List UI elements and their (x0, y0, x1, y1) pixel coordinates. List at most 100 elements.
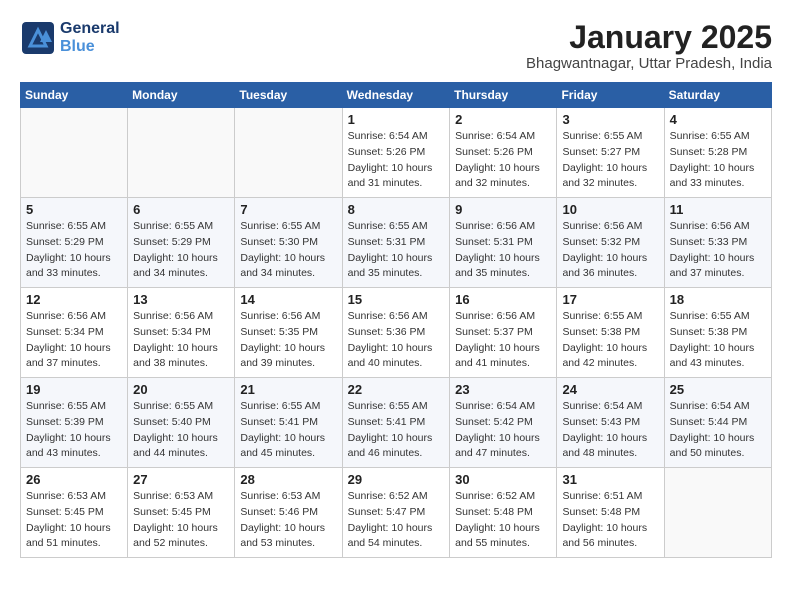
header-friday: Friday (557, 83, 664, 108)
day-info-4: Sunrise: 6:55 AMSunset: 5:28 PMDaylight:… (670, 129, 766, 192)
day-info-2: Sunrise: 6:54 AMSunset: 5:26 PMDaylight:… (455, 129, 551, 192)
day-info-28: Sunrise: 6:53 AMSunset: 5:46 PMDaylight:… (240, 489, 336, 552)
day-number-3: 3 (562, 112, 658, 127)
day-info-27: Sunrise: 6:53 AMSunset: 5:45 PMDaylight:… (133, 489, 229, 552)
calendar-cell-w4-d2: 20Sunrise: 6:55 AMSunset: 5:40 PMDayligh… (128, 378, 235, 468)
day-number-14: 14 (240, 292, 336, 307)
day-number-17: 17 (562, 292, 658, 307)
day-info-9: Sunrise: 6:56 AMSunset: 5:31 PMDaylight:… (455, 219, 551, 282)
day-number-19: 19 (26, 382, 122, 397)
calendar-body: 1 Sunrise: 6:54 AMSunset: 5:26 PMDaylight… (21, 108, 772, 558)
day-info-6: Sunrise: 6:55 AMSunset: 5:29 PMDaylight:… (133, 219, 229, 282)
calendar-cell-w4-d5: 23 Sunrise: 6:54 AMSunset: 5:42 PMDayligh… (450, 378, 557, 468)
day-number-31: 31 (562, 472, 658, 487)
calendar-cell-w4-d6: 24 Sunrise: 6:54 AMSunset: 5:43 PMDayligh… (557, 378, 664, 468)
calendar-cell-w2-d6: 10 Sunrise: 6:56 AMSunset: 5:32 PMDayligh… (557, 198, 664, 288)
header-tuesday: Tuesday (235, 83, 342, 108)
week-row-5: 26 Sunrise: 6:53 AMSunset: 5:45 PMDayligh… (21, 468, 772, 558)
location-subtitle: Bhagwantnagar, Uttar Pradesh, India (526, 55, 772, 72)
calendar-cell-w1-d1 (21, 108, 128, 198)
calendar-table: Sunday Monday Tuesday Wednesday Thursday… (20, 82, 772, 558)
week-row-3: 12 Sunrise: 6:56 AMSunset: 5:34 PMDayligh… (21, 288, 772, 378)
logo-icon (20, 20, 56, 56)
calendar-cell-w1-d5: 2 Sunrise: 6:54 AMSunset: 5:26 PMDaylight… (450, 108, 557, 198)
day-info-3: Sunrise: 6:55 AMSunset: 5:27 PMDaylight:… (562, 129, 658, 192)
day-info-30: Sunrise: 6:52 AMSunset: 5:48 PMDaylight:… (455, 489, 551, 552)
day-info-12: Sunrise: 6:56 AMSunset: 5:34 PMDaylight:… (26, 309, 122, 372)
week-row-1: 1 Sunrise: 6:54 AMSunset: 5:26 PMDaylight… (21, 108, 772, 198)
day-number-23: 23 (455, 382, 551, 397)
day-number-1: 1 (348, 112, 445, 127)
day-info-17: Sunrise: 6:55 AMSunset: 5:38 PMDaylight:… (562, 309, 658, 372)
day-number-21: 21 (240, 382, 336, 397)
day-number-2: 2 (455, 112, 551, 127)
day-info-22: Sunrise: 6:55 AMSunset: 5:41 PMDaylight:… (348, 399, 445, 462)
title-block: January 2025 Bhagwantnagar, Uttar Prades… (526, 20, 772, 72)
day-number-15: 15 (348, 292, 445, 307)
header-sunday: Sunday (21, 83, 128, 108)
calendar-cell-w2-d7: 11 Sunrise: 6:56 AMSunset: 5:33 PMDayligh… (664, 198, 771, 288)
day-info-8: Sunrise: 6:55 AMSunset: 5:31 PMDaylight:… (348, 219, 445, 282)
logo-general: General (60, 20, 120, 38)
day-info-11: Sunrise: 6:56 AMSunset: 5:33 PMDaylight:… (670, 219, 766, 282)
calendar-cell-w2-d1: 5Sunrise: 6:55 AMSunset: 5:29 PMDaylight… (21, 198, 128, 288)
day-info-29: Sunrise: 6:52 AMSunset: 5:47 PMDaylight:… (348, 489, 445, 552)
page-header: General Blue January 2025 Bhagwantnagar,… (20, 20, 772, 72)
calendar-cell-w4-d4: 22Sunrise: 6:55 AMSunset: 5:41 PMDayligh… (342, 378, 450, 468)
calendar-cell-w5-d3: 28 Sunrise: 6:53 AMSunset: 5:46 PMDayligh… (235, 468, 342, 558)
header-wednesday: Wednesday (342, 83, 450, 108)
day-number-30: 30 (455, 472, 551, 487)
day-info-23: Sunrise: 6:54 AMSunset: 5:42 PMDaylight:… (455, 399, 551, 462)
day-info-13: Sunrise: 6:56 AMSunset: 5:34 PMDaylight:… (133, 309, 229, 372)
calendar-cell-w2-d2: 6Sunrise: 6:55 AMSunset: 5:29 PMDaylight… (128, 198, 235, 288)
calendar-cell-w5-d1: 26Sunrise: 6:53 AMSunset: 5:45 PMDayligh… (21, 468, 128, 558)
calendar-cell-w1-d4: 1 Sunrise: 6:54 AMSunset: 5:26 PMDaylight… (342, 108, 450, 198)
day-info-25: Sunrise: 6:54 AMSunset: 5:44 PMDaylight:… (670, 399, 766, 462)
calendar-cell-w5-d6: 31 Sunrise: 6:51 AMSunset: 5:48 PMDayligh… (557, 468, 664, 558)
calendar-cell-w3-d5: 16Sunrise: 6:56 AMSunset: 5:37 PMDayligh… (450, 288, 557, 378)
calendar-cell-w5-d4: 29 Sunrise: 6:52 AMSunset: 5:47 PMDayligh… (342, 468, 450, 558)
day-number-26: 26 (26, 472, 122, 487)
day-number-11: 11 (670, 202, 766, 217)
day-number-10: 10 (562, 202, 658, 217)
calendar-cell-w5-d7 (664, 468, 771, 558)
day-number-8: 8 (348, 202, 445, 217)
calendar-header: Sunday Monday Tuesday Wednesday Thursday… (21, 83, 772, 108)
day-number-16: 16 (455, 292, 551, 307)
day-info-14: Sunrise: 6:56 AMSunset: 5:35 PMDaylight:… (240, 309, 336, 372)
week-row-4: 19 Sunrise: 6:55 AMSunset: 5:39 PMDayligh… (21, 378, 772, 468)
calendar-cell-w4-d3: 21 Sunrise: 6:55 AMSunset: 5:41 PMDayligh… (235, 378, 342, 468)
calendar-cell-w3-d4: 15 Sunrise: 6:56 AMSunset: 5:36 PMDayligh… (342, 288, 450, 378)
day-info-10: Sunrise: 6:56 AMSunset: 5:32 PMDaylight:… (562, 219, 658, 282)
calendar-cell-w3-d2: 13Sunrise: 6:56 AMSunset: 5:34 PMDayligh… (128, 288, 235, 378)
calendar-cell-w3-d6: 17 Sunrise: 6:55 AMSunset: 5:38 PMDayligh… (557, 288, 664, 378)
calendar-cell-w1-d7: 4 Sunrise: 6:55 AMSunset: 5:28 PMDaylight… (664, 108, 771, 198)
day-info-21: Sunrise: 6:55 AMSunset: 5:41 PMDaylight:… (240, 399, 336, 462)
day-number-7: 7 (240, 202, 336, 217)
day-number-18: 18 (670, 292, 766, 307)
logo: General Blue (20, 20, 120, 56)
day-info-24: Sunrise: 6:54 AMSunset: 5:43 PMDaylight:… (562, 399, 658, 462)
day-number-9: 9 (455, 202, 551, 217)
weekday-header-row: Sunday Monday Tuesday Wednesday Thursday… (21, 83, 772, 108)
calendar-cell-w1-d3 (235, 108, 342, 198)
calendar-cell-w1-d2 (128, 108, 235, 198)
day-info-1: Sunrise: 6:54 AMSunset: 5:26 PMDaylight:… (348, 129, 445, 192)
calendar-cell-w3-d7: 18 Sunrise: 6:55 AMSunset: 5:38 PMDayligh… (664, 288, 771, 378)
calendar-cell-w3-d3: 14 Sunrise: 6:56 AMSunset: 5:35 PMDayligh… (235, 288, 342, 378)
header-monday: Monday (128, 83, 235, 108)
calendar-cell-w5-d2: 27Sunrise: 6:53 AMSunset: 5:45 PMDayligh… (128, 468, 235, 558)
day-number-29: 29 (348, 472, 445, 487)
day-info-15: Sunrise: 6:56 AMSunset: 5:36 PMDaylight:… (348, 309, 445, 372)
day-info-18: Sunrise: 6:55 AMSunset: 5:38 PMDaylight:… (670, 309, 766, 372)
calendar-cell-w1-d6: 3 Sunrise: 6:55 AMSunset: 5:27 PMDaylight… (557, 108, 664, 198)
logo-blue: Blue (60, 38, 120, 56)
day-number-24: 24 (562, 382, 658, 397)
day-number-28: 28 (240, 472, 336, 487)
day-number-4: 4 (670, 112, 766, 127)
day-number-12: 12 (26, 292, 122, 307)
day-info-19: Sunrise: 6:55 AMSunset: 5:39 PMDaylight:… (26, 399, 122, 462)
day-number-20: 20 (133, 382, 229, 397)
day-info-31: Sunrise: 6:51 AMSunset: 5:48 PMDaylight:… (562, 489, 658, 552)
calendar-cell-w3-d1: 12 Sunrise: 6:56 AMSunset: 5:34 PMDayligh… (21, 288, 128, 378)
